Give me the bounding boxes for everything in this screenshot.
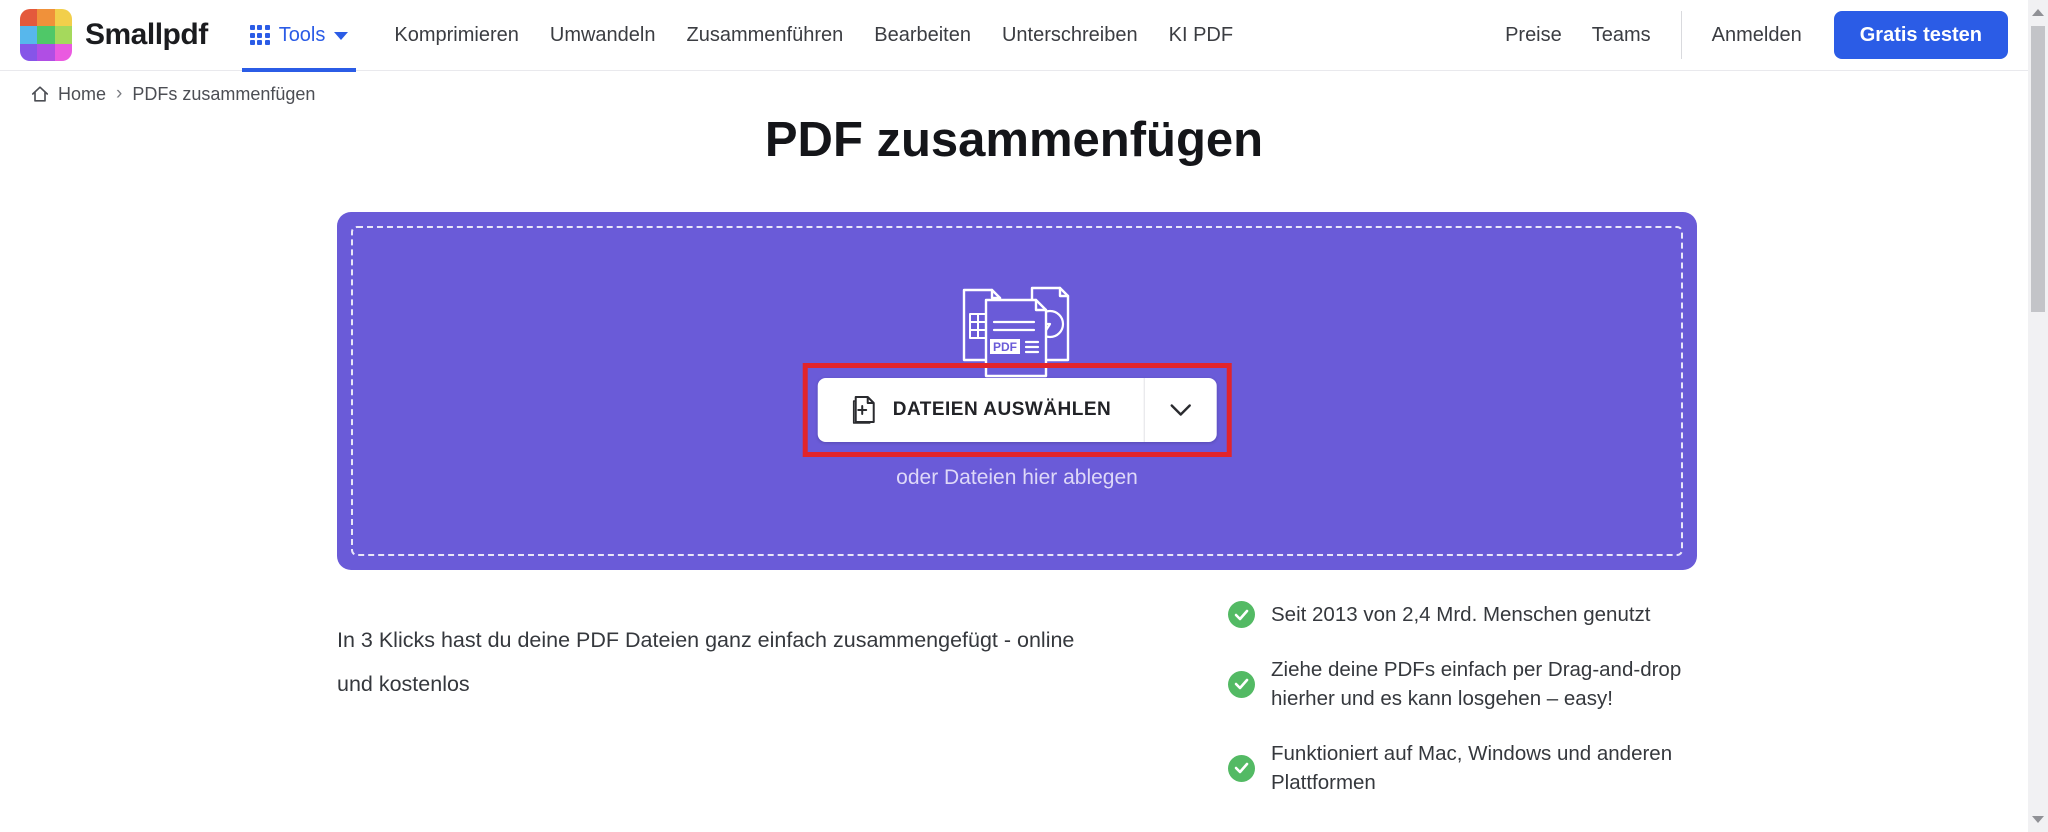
- tools-active-indicator: [241, 67, 357, 72]
- nav-item-teams[interactable]: Teams: [1592, 24, 1651, 47]
- drop-hint-text: oder Dateien hier ablegen: [896, 466, 1138, 489]
- login-link[interactable]: Anmelden: [1712, 24, 1802, 47]
- file-drop-zone[interactable]: PDF DATEIEN AUSWÄHLEN oder Dateien hier …: [337, 212, 1697, 570]
- choose-files-split-button: DATEIEN AUSWÄHLEN: [817, 378, 1217, 442]
- page-title: PDF zusammenfügen: [764, 113, 1264, 167]
- tool-description: In 3 Klicks hast du deine PDF Dateien ga…: [337, 627, 1075, 696]
- primary-nav: Komprimieren Umwandeln Zusammenführen Be…: [394, 24, 1233, 47]
- breadcrumb-separator: ›: [116, 83, 123, 104]
- top-navigation-bar: Smallpdf Tools Komprimieren Umwandeln Zu…: [0, 0, 2028, 72]
- benefit-text: Seit 2013 von 2,4 Mrd. Menschen genutzt: [1271, 603, 1651, 626]
- smallpdf-logo-icon: [20, 9, 72, 61]
- scroll-up-icon[interactable]: [2032, 9, 2044, 16]
- scroll-down-icon[interactable]: [2032, 816, 2044, 823]
- annotation-highlight-box: DATEIEN AUSWÄHLEN: [802, 363, 1232, 457]
- list-item: Seit 2013 von 2,4 Mrd. Menschen genutzt: [1228, 600, 1703, 629]
- breadcrumb-current-page: PDFs zusammenfügen: [132, 83, 316, 104]
- check-icon: [1228, 601, 1255, 628]
- check-icon: [1228, 754, 1255, 782]
- benefit-list: Seit 2013 von 2,4 Mrd. Menschen genutzt …: [1228, 600, 1703, 797]
- chevron-down-icon: [1170, 404, 1191, 416]
- smallpdf-logo[interactable]: Smallpdf: [20, 9, 208, 61]
- breadcrumb-home-link[interactable]: Home: [30, 84, 106, 105]
- choose-files-dropdown-button[interactable]: [1144, 378, 1216, 442]
- check-icon: [1228, 670, 1255, 698]
- vertical-scrollbar[interactable]: [2028, 0, 2048, 832]
- nav-item-zusammenfuehren[interactable]: Zusammenführen: [686, 24, 843, 47]
- header-divider: [1680, 11, 1682, 59]
- breadcrumb-home-label: Home: [58, 83, 107, 104]
- tools-label: Tools: [278, 23, 326, 46]
- pdf-badge-label: PDF: [993, 340, 1017, 354]
- nav-item-komprimieren[interactable]: Komprimieren: [394, 24, 518, 47]
- list-item: Funktioniert auf Mac, Windows und andere…: [1228, 739, 1703, 797]
- benefit-text: Ziehe deine PDFs einfach per Drag-and-dr…: [1271, 658, 1682, 710]
- brand-wordmark: Smallpdf: [85, 18, 208, 51]
- add-file-icon: [852, 395, 875, 424]
- grid-icon: [249, 25, 270, 45]
- home-icon: [31, 86, 49, 102]
- choose-files-label: DATEIEN AUSWÄHLEN: [892, 399, 1112, 420]
- nav-item-unterschreiben[interactable]: Unterschreiben: [1002, 24, 1138, 47]
- list-item: Ziehe deine PDFs einfach per Drag-and-dr…: [1228, 655, 1703, 713]
- benefit-text: Funktioniert auf Mac, Windows und andere…: [1271, 742, 1673, 794]
- nav-item-preise[interactable]: Preise: [1505, 24, 1562, 47]
- breadcrumb: Home › PDFs zusammenfügen: [0, 72, 2028, 116]
- scrollbar-thumb[interactable]: [2031, 26, 2045, 312]
- tools-menu-button[interactable]: Tools: [241, 0, 357, 72]
- header-right-group: Preise Teams Anmelden Gratis testen: [1505, 11, 2008, 59]
- caret-down-icon: [334, 32, 349, 40]
- nav-item-umwandeln[interactable]: Umwandeln: [550, 24, 656, 47]
- nav-item-ki-pdf[interactable]: KI PDF: [1169, 24, 1233, 47]
- choose-files-button[interactable]: DATEIEN AUSWÄHLEN: [818, 378, 1144, 442]
- free-trial-button[interactable]: Gratis testen: [1833, 11, 2008, 59]
- nav-item-bearbeiten[interactable]: Bearbeiten: [874, 24, 971, 47]
